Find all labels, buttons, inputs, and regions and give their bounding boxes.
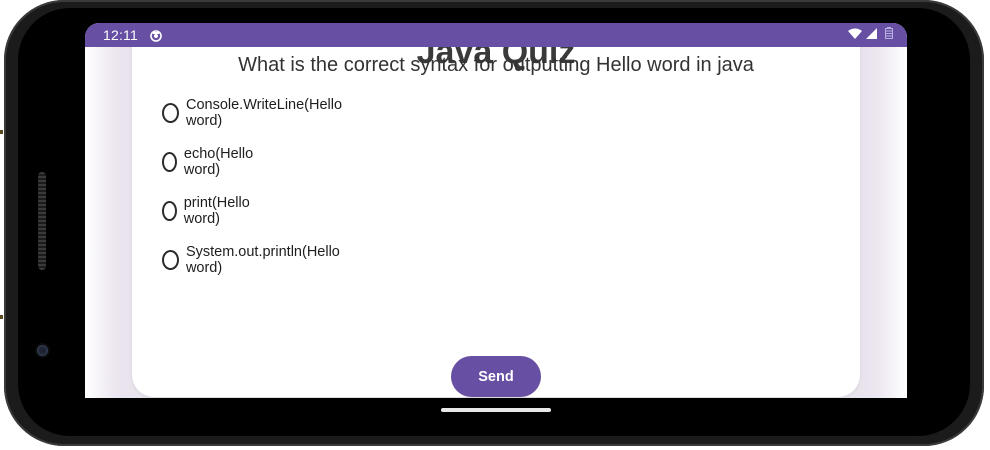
navigation-bar [85,398,907,422]
radio-button-icon[interactable] [162,152,177,172]
status-time: 12:11 [103,27,138,43]
status-icons [848,26,893,44]
front-camera [37,345,48,356]
cell-signal-icon [866,26,877,44]
question-text: What is the correct syntax for outputtin… [238,54,754,76]
status-bar: 12:11 [85,23,907,47]
radio-button-icon[interactable] [162,201,177,221]
answer-option[interactable]: System.out.println(Hello word) [162,244,343,276]
wifi-icon [848,26,862,44]
answer-option[interactable]: print(Hello word) [162,195,255,227]
notification-badge-icon [150,29,162,42]
screen: 12:11 Java Quiz What is the correct synt… [85,23,907,398]
answer-option[interactable]: echo(Hello word) [162,146,258,178]
answer-option-label: echo(Hello word) [183,146,254,178]
send-button[interactable]: Send [451,356,541,397]
quiz-card: Java Quiz What is the correct syntax for… [132,23,860,397]
home-indicator[interactable] [441,408,551,412]
speaker-grill [38,172,46,270]
answer-option-label: print(Hello word) [183,195,250,227]
answer-option-label: System.out.println(Hello word) [185,244,340,276]
radio-button-icon[interactable] [162,103,179,123]
content-area[interactable]: Java Quiz What is the correct syntax for… [85,23,907,398]
answer-option-label: Console.WriteLine(Hello word) [185,97,343,129]
battery-icon [885,26,893,44]
radio-button-icon[interactable] [162,250,179,270]
answer-option[interactable]: Console.WriteLine(Hello word) [162,97,345,129]
side-button [0,315,3,319]
side-button [0,130,3,134]
